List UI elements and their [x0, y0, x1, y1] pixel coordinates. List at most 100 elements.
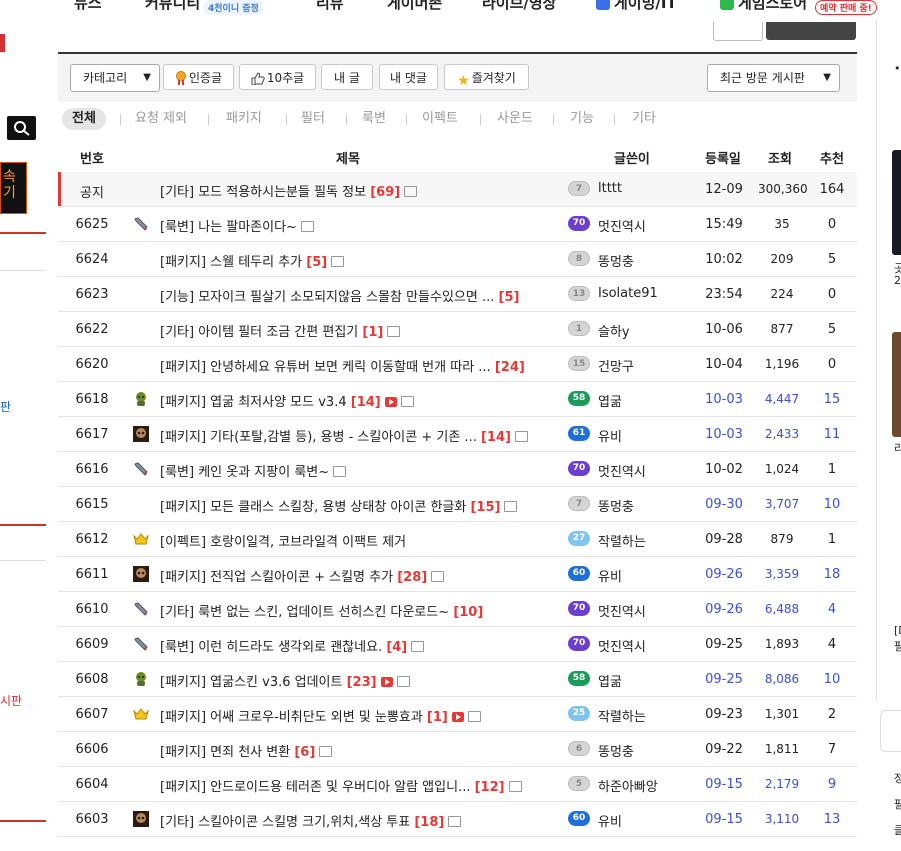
post-title-text[interactable]: [패키지] 엽굶 최저사양 모드 v3.4: [160, 395, 347, 410]
notice-row[interactable]: 공지 [기타] 모드 적용하시는분들 필독 정보 [69] 7 ltttt 12-09 3…: [58, 172, 857, 207]
comment-count[interactable]: [69]: [370, 185, 400, 200]
table-row[interactable]: 6608 [패키지] 엽굶스킨 v3.6 업데이트 [23] 58 엽굶 09-25 8,…: [58, 662, 857, 697]
tab-function[interactable]: 기능: [570, 108, 594, 130]
post-writer[interactable]: 엽굶: [598, 671, 698, 690]
post-title-text[interactable]: [패키지] 스웰 테두리 추가: [160, 255, 302, 270]
post-title[interactable]: [기능] 모자이크 필살기 소모되지않음 스몰참 만들수있으면 ... [5]: [160, 286, 570, 305]
post-title[interactable]: [패키지] 안녕하세요 유튜버 보면 케릭 이동할때 번개 따라 ... [24…: [160, 356, 570, 375]
tab-filter[interactable]: 필터: [301, 108, 325, 130]
table-row[interactable]: 6618 [패키지] 엽굶 최저사양 모드 v3.4 [14] 58 엽굶 10-03 4…: [58, 382, 857, 417]
tab-all[interactable]: 전체: [62, 108, 106, 130]
nav-gamestore[interactable]: 게임스토어: [720, 0, 807, 13]
post-title-text[interactable]: [기타] 모드 적용하시는분들 필독 정보: [160, 185, 366, 200]
comment-count[interactable]: [5]: [306, 255, 327, 270]
post-title-text[interactable]: [패키지] 면죄 천사 변환: [160, 745, 290, 760]
comment-count[interactable]: [18]: [414, 815, 444, 830]
post-title[interactable]: [패키지] 어쌔 크로우-비취단도 외변 및 눈뽕효과 [1]: [160, 706, 570, 725]
post-writer[interactable]: Isolate91: [598, 286, 698, 301]
post-title-text[interactable]: [룩변] 이런 히드라도 생각외로 괜찮네요.: [160, 640, 382, 655]
my-comments-button[interactable]: 내 댓글: [379, 64, 438, 90]
post-title[interactable]: [이펙트] 호랑이일격, 코브라일격 이팩트 제거: [160, 531, 570, 550]
top10-button[interactable]: 10추글: [239, 64, 316, 90]
post-writer[interactable]: 똥멍충: [598, 251, 698, 270]
nav-gaming-it[interactable]: 게이밍/IT: [596, 0, 677, 13]
post-title-text[interactable]: [패키지] 모든 클래스 스킬창, 용병 상태창 아이콘 한글화: [160, 500, 466, 515]
post-writer[interactable]: 작렬하는: [598, 531, 698, 550]
post-writer[interactable]: 유비: [598, 811, 698, 830]
post-title[interactable]: [패키지] 엽굶 최저사양 모드 v3.4 [14]: [160, 391, 570, 410]
post-title-text[interactable]: [룩변] 나는 팔마존이다~: [160, 220, 297, 235]
recent-board-select[interactable]: 최근 방문 게시판 ▼: [707, 64, 840, 92]
sidebar-link[interactable]: 시판: [0, 692, 22, 709]
comment-count[interactable]: [24]: [495, 360, 525, 375]
tab-look[interactable]: 룩변: [362, 108, 386, 130]
table-row[interactable]: 6625 [룩변] 나는 팔마존이다~ 70 멋진역시 15:49 35 0: [58, 207, 857, 242]
comment-count[interactable]: [10]: [453, 605, 483, 620]
search-button[interactable]: [7, 116, 36, 140]
tab-exclude-request[interactable]: 요청 제외: [135, 108, 187, 130]
post-writer[interactable]: 멋진역시: [598, 636, 698, 655]
post-title-text[interactable]: [패키지] 어쌔 크로우-비취단도 외변 및 눈뽕효과: [160, 710, 423, 725]
comment-count[interactable]: [1]: [427, 710, 448, 725]
table-row[interactable]: 6609 [룩변] 이런 히드라도 생각외로 괜찮네요. [4] 70 멋진역시 09-…: [58, 627, 857, 662]
post-title-text[interactable]: [기타] 아이템 필터 조금 간편 편집기: [160, 325, 358, 340]
post-title[interactable]: [기타] 스킬아이콘 스킬명 크기,위치,색상 투표 [18]: [160, 811, 570, 830]
comment-count[interactable]: [4]: [386, 640, 407, 655]
post-title[interactable]: [패키지] 스웰 테두리 추가 [5]: [160, 251, 570, 270]
table-row[interactable]: 6607 [패키지] 어쌔 크로우-비취단도 외변 및 눈뽕효과 [1] 25 작렬하…: [58, 697, 857, 732]
nav-live[interactable]: 라이브/영상: [482, 0, 556, 13]
post-writer[interactable]: 작렬하는: [598, 706, 698, 725]
post-title-text[interactable]: [룩변] 케인 옷과 지팡이 룩변~: [160, 465, 329, 480]
sidebar-link[interactable]: 판: [0, 398, 11, 415]
table-row[interactable]: 6606 [패키지] 면죄 천사 변환 [6] 6 똥멍충 09-22 1,811 7: [58, 732, 857, 767]
table-row[interactable]: 6615 [패키지] 모든 클래스 스킬창, 용병 상태창 아이콘 한글화 [15…: [58, 487, 857, 522]
post-title[interactable]: [룩변] 나는 팔마존이다~: [160, 216, 570, 235]
nav-news[interactable]: 뉴스: [74, 0, 102, 13]
write-button[interactable]: [766, 22, 856, 40]
table-row[interactable]: 6611 [패키지] 전직업 스킬아이콘 + 스킬명 추가 [28] 60 유비 09-…: [58, 557, 857, 592]
post-writer[interactable]: 하준아빠앙: [598, 776, 698, 795]
post-title[interactable]: [패키지] 엽굶스킨 v3.6 업데이트 [23]: [160, 671, 570, 690]
post-title[interactable]: [패키지] 모든 클래스 스킬창, 용병 상태창 아이콘 한글화 [15]: [160, 496, 570, 515]
table-row[interactable]: 6603 [기타] 스킬아이콘 스킬명 크기,위치,색상 투표 [18] 60 유비 0…: [58, 802, 857, 837]
post-title-text[interactable]: [패키지] 기타(포탈,감별 등), 용병 - 스킬아이콘 + 기존 ...: [160, 430, 477, 445]
table-row[interactable]: 6610 [기타] 룩변 없는 스킨, 업데이트 선히스킨 다운로드~ [10] 7…: [58, 592, 857, 627]
table-row[interactable]: 6604 [패키지] 안드로이드용 테러존 및 우버디아 알람 앱입니... [1…: [58, 767, 857, 802]
comment-count[interactable]: [12]: [475, 780, 505, 795]
post-title[interactable]: [기타] 모드 적용하시는분들 필독 정보 [69]: [160, 181, 570, 200]
post-writer[interactable]: 슬하y: [598, 321, 698, 340]
table-row[interactable]: 6624 [패키지] 스웰 테두리 추가 [5] 8 똥멍충 10:02 209 5: [58, 242, 857, 277]
table-row[interactable]: 6623 [기능] 모자이크 필살기 소모되지않음 스몰참 만들수있으면 ... …: [58, 277, 857, 312]
comment-count[interactable]: [5]: [499, 290, 520, 305]
comment-count[interactable]: [15]: [470, 500, 500, 515]
comment-count[interactable]: [6]: [294, 745, 315, 760]
post-title-text[interactable]: [패키지] 안드로이드용 테러존 및 우버디아 알람 앱입니...: [160, 780, 470, 795]
my-posts-button[interactable]: 내 글: [321, 64, 373, 90]
table-row[interactable]: 6616 [룩변] 케인 옷과 지팡이 룩변~ 70 멋진역시 10-02 1,024 1: [58, 452, 857, 487]
nav-community[interactable]: 커뮤니티: [145, 0, 200, 13]
game-logo[interactable]: 속 기: [0, 162, 27, 214]
thumbnail[interactable]: [892, 332, 901, 437]
table-row[interactable]: 6622 [기타] 아이템 필터 조금 간편 편집기 [1] 1 슬하y 10-06 87…: [58, 312, 857, 347]
bookmark-button[interactable]: ★ 즐겨찾기: [444, 64, 529, 90]
post-title[interactable]: [기타] 룩변 없는 스킨, 업데이트 선히스킨 다운로드~ [10]: [160, 601, 570, 620]
table-row[interactable]: 6620 [패키지] 안녕하세요 유튜버 보면 케릭 이동할때 번개 따라 ...…: [58, 347, 857, 382]
comment-count[interactable]: [14]: [481, 430, 511, 445]
tab-sound[interactable]: 사운드: [497, 108, 533, 130]
post-writer[interactable]: 유비: [598, 426, 698, 445]
post-writer[interactable]: ltttt: [598, 181, 698, 196]
nav-gamerzone[interactable]: 게이머존: [387, 0, 442, 13]
table-row[interactable]: 6612 [이펙트] 호랑이일격, 코브라일격 이팩트 제거 27 작렬하는 09-28…: [58, 522, 857, 557]
category-select[interactable]: 카테고리 ▼: [70, 64, 160, 92]
post-title-text[interactable]: [패키지] 전직업 스킬아이콘 + 스킬명 추가: [160, 570, 393, 585]
tab-effect[interactable]: 이펙트: [422, 108, 458, 130]
post-title[interactable]: [패키지] 안드로이드용 테러존 및 우버디아 알람 앱입니... [12]: [160, 776, 570, 795]
nav-review[interactable]: 리뷰: [316, 0, 344, 13]
thumbnail[interactable]: [892, 150, 901, 255]
post-title[interactable]: [패키지] 전직업 스킬아이콘 + 스킬명 추가 [28]: [160, 566, 570, 585]
certified-button[interactable]: 인증글: [163, 64, 234, 90]
list-button[interactable]: [713, 22, 763, 41]
post-title-text[interactable]: [기능] 모자이크 필살기 소모되지않음 스몰참 만들수있으면 ...: [160, 290, 494, 305]
post-writer[interactable]: 똥멍충: [598, 741, 698, 760]
post-title-text[interactable]: [이펙트] 호랑이일격, 코브라일격 이팩트 제거: [160, 535, 406, 550]
